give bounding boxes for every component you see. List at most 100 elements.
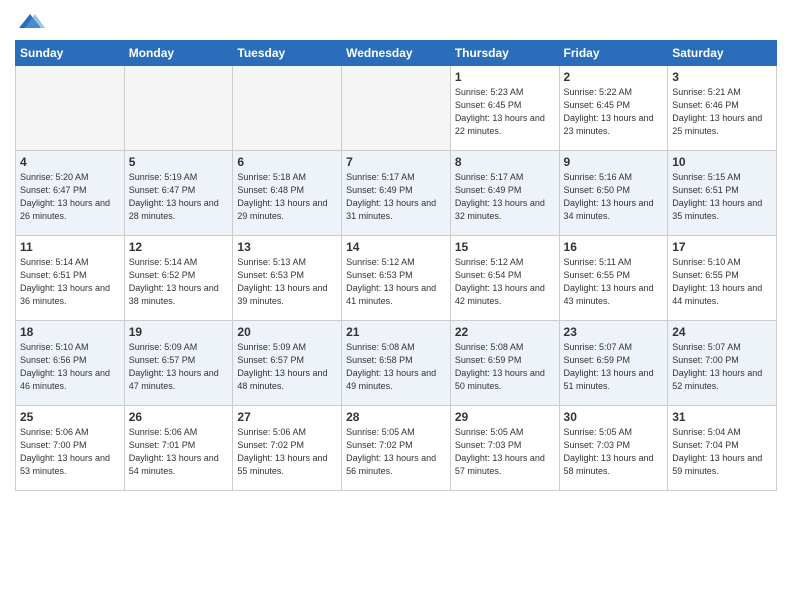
day-number: 15 bbox=[455, 240, 555, 254]
day-number: 4 bbox=[20, 155, 120, 169]
day-info: Sunrise: 5:22 AM Sunset: 6:45 PM Dayligh… bbox=[564, 86, 664, 138]
day-info: Sunrise: 5:08 AM Sunset: 6:59 PM Dayligh… bbox=[455, 341, 555, 393]
calendar-cell: 12Sunrise: 5:14 AM Sunset: 6:52 PM Dayli… bbox=[124, 236, 233, 321]
day-number: 24 bbox=[672, 325, 772, 339]
day-info: Sunrise: 5:15 AM Sunset: 6:51 PM Dayligh… bbox=[672, 171, 772, 223]
calendar-cell: 18 Sunrise: 5:10 AM Sunset: 6:56 PM Dayli… bbox=[16, 321, 125, 406]
weekday-header-saturday: Saturday bbox=[668, 41, 777, 66]
day-info: Sunrise: 5:17 AM Sunset: 6:49 PM Dayligh… bbox=[455, 171, 555, 223]
calendar-cell: 17 Sunrise: 5:10 AM Sunset: 6:55 PM Dayli… bbox=[668, 236, 777, 321]
calendar-cell: 28 Sunrise: 5:05 AM Sunset: 7:02 PM Dayli… bbox=[342, 406, 451, 491]
day-number: 30 bbox=[564, 410, 664, 424]
day-info: Sunrise: 5:07 AM Sunset: 7:00 PM Dayligh… bbox=[672, 341, 772, 393]
day-number: 22 bbox=[455, 325, 555, 339]
day-number: 14 bbox=[346, 240, 446, 254]
calendar-cell: 21 Sunrise: 5:08 AM Sunset: 6:58 PM Dayli… bbox=[342, 321, 451, 406]
day-info: Sunrise: 5:14 AM Sunset: 6:51 PM Dayligh… bbox=[20, 256, 120, 308]
weekday-header-thursday: Thursday bbox=[450, 41, 559, 66]
day-info: Sunrise: 5:12 AM Sunset: 6:53 PM Dayligh… bbox=[346, 256, 446, 308]
day-info: Sunrise: 5:10 AM Sunset: 6:55 PM Dayligh… bbox=[672, 256, 772, 308]
day-number: 6 bbox=[237, 155, 337, 169]
calendar-cell: 5Sunrise: 5:19 AM Sunset: 6:47 PM Daylig… bbox=[124, 151, 233, 236]
day-number: 21 bbox=[346, 325, 446, 339]
week-row-5: 25 Sunrise: 5:06 AM Sunset: 7:00 PM Dayli… bbox=[16, 406, 777, 491]
calendar-cell: 25 Sunrise: 5:06 AM Sunset: 7:00 PM Dayli… bbox=[16, 406, 125, 491]
day-info: Sunrise: 5:06 AM Sunset: 7:01 PM Dayligh… bbox=[129, 426, 229, 478]
header bbox=[15, 10, 777, 34]
day-number: 28 bbox=[346, 410, 446, 424]
day-number: 17 bbox=[672, 240, 772, 254]
day-info: Sunrise: 5:21 AM Sunset: 6:46 PM Dayligh… bbox=[672, 86, 772, 138]
day-number: 18 bbox=[20, 325, 120, 339]
day-number: 9 bbox=[564, 155, 664, 169]
day-info: Sunrise: 5:07 AM Sunset: 6:59 PM Dayligh… bbox=[564, 341, 664, 393]
day-info: Sunrise: 5:12 AM Sunset: 6:54 PM Dayligh… bbox=[455, 256, 555, 308]
weekday-header-friday: Friday bbox=[559, 41, 668, 66]
day-info: Sunrise: 5:14 AM Sunset: 6:52 PM Dayligh… bbox=[129, 256, 229, 308]
day-info: Sunrise: 5:09 AM Sunset: 6:57 PM Dayligh… bbox=[129, 341, 229, 393]
day-number: 23 bbox=[564, 325, 664, 339]
calendar-table: SundayMondayTuesdayWednesdayThursdayFrid… bbox=[15, 40, 777, 491]
calendar-cell: 30 Sunrise: 5:05 AM Sunset: 7:03 PM Dayli… bbox=[559, 406, 668, 491]
day-info: Sunrise: 5:04 AM Sunset: 7:04 PM Dayligh… bbox=[672, 426, 772, 478]
weekday-header-monday: Monday bbox=[124, 41, 233, 66]
calendar-cell: 16 Sunrise: 5:11 AM Sunset: 6:55 PM Dayli… bbox=[559, 236, 668, 321]
calendar-cell: 31 Sunrise: 5:04 AM Sunset: 7:04 PM Dayli… bbox=[668, 406, 777, 491]
day-number: 1 bbox=[455, 70, 555, 84]
calendar-cell: 20 Sunrise: 5:09 AM Sunset: 6:57 PM Dayli… bbox=[233, 321, 342, 406]
day-number: 31 bbox=[672, 410, 772, 424]
day-info: Sunrise: 5:11 AM Sunset: 6:55 PM Dayligh… bbox=[564, 256, 664, 308]
day-info: Sunrise: 5:06 AM Sunset: 7:00 PM Dayligh… bbox=[20, 426, 120, 478]
day-info: Sunrise: 5:09 AM Sunset: 6:57 PM Dayligh… bbox=[237, 341, 337, 393]
weekday-header-tuesday: Tuesday bbox=[233, 41, 342, 66]
day-number: 11 bbox=[20, 240, 120, 254]
day-number: 25 bbox=[20, 410, 120, 424]
day-info: Sunrise: 5:23 AM Sunset: 6:45 PM Dayligh… bbox=[455, 86, 555, 138]
day-info: Sunrise: 5:05 AM Sunset: 7:02 PM Dayligh… bbox=[346, 426, 446, 478]
logo-icon bbox=[15, 10, 45, 34]
day-number: 13 bbox=[237, 240, 337, 254]
day-info: Sunrise: 5:08 AM Sunset: 6:58 PM Dayligh… bbox=[346, 341, 446, 393]
day-number: 16 bbox=[564, 240, 664, 254]
calendar-cell: 27 Sunrise: 5:06 AM Sunset: 7:02 PM Dayli… bbox=[233, 406, 342, 491]
calendar-cell: 9 Sunrise: 5:16 AM Sunset: 6:50 PM Daylig… bbox=[559, 151, 668, 236]
weekday-header-wednesday: Wednesday bbox=[342, 41, 451, 66]
weekday-header-sunday: Sunday bbox=[16, 41, 125, 66]
calendar-cell: 6 Sunrise: 5:18 AM Sunset: 6:48 PM Daylig… bbox=[233, 151, 342, 236]
week-row-2: 4 Sunrise: 5:20 AM Sunset: 6:47 PM Daylig… bbox=[16, 151, 777, 236]
day-number: 20 bbox=[237, 325, 337, 339]
day-info: Sunrise: 5:18 AM Sunset: 6:48 PM Dayligh… bbox=[237, 171, 337, 223]
day-info: Sunrise: 5:20 AM Sunset: 6:47 PM Dayligh… bbox=[20, 171, 120, 223]
day-info: Sunrise: 5:16 AM Sunset: 6:50 PM Dayligh… bbox=[564, 171, 664, 223]
calendar-cell: 23 Sunrise: 5:07 AM Sunset: 6:59 PM Dayli… bbox=[559, 321, 668, 406]
calendar-cell: 8Sunrise: 5:17 AM Sunset: 6:49 PM Daylig… bbox=[450, 151, 559, 236]
week-row-4: 18 Sunrise: 5:10 AM Sunset: 6:56 PM Dayli… bbox=[16, 321, 777, 406]
calendar-cell: 14 Sunrise: 5:12 AM Sunset: 6:53 PM Dayli… bbox=[342, 236, 451, 321]
calendar-cell: 4 Sunrise: 5:20 AM Sunset: 6:47 PM Daylig… bbox=[16, 151, 125, 236]
calendar-cell: 24 Sunrise: 5:07 AM Sunset: 7:00 PM Dayli… bbox=[668, 321, 777, 406]
weekday-header-row: SundayMondayTuesdayWednesdayThursdayFrid… bbox=[16, 41, 777, 66]
day-info: Sunrise: 5:05 AM Sunset: 7:03 PM Dayligh… bbox=[564, 426, 664, 478]
week-row-3: 11 Sunrise: 5:14 AM Sunset: 6:51 PM Dayli… bbox=[16, 236, 777, 321]
day-number: 5 bbox=[129, 155, 229, 169]
calendar-cell: 10Sunrise: 5:15 AM Sunset: 6:51 PM Dayli… bbox=[668, 151, 777, 236]
day-number: 7 bbox=[346, 155, 446, 169]
day-info: Sunrise: 5:06 AM Sunset: 7:02 PM Dayligh… bbox=[237, 426, 337, 478]
calendar-cell: 1 Sunrise: 5:23 AM Sunset: 6:45 PM Daylig… bbox=[450, 66, 559, 151]
week-row-1: 1 Sunrise: 5:23 AM Sunset: 6:45 PM Daylig… bbox=[16, 66, 777, 151]
day-info: Sunrise: 5:17 AM Sunset: 6:49 PM Dayligh… bbox=[346, 171, 446, 223]
calendar-cell bbox=[16, 66, 125, 151]
day-number: 3 bbox=[672, 70, 772, 84]
calendar-cell: 19Sunrise: 5:09 AM Sunset: 6:57 PM Dayli… bbox=[124, 321, 233, 406]
day-number: 29 bbox=[455, 410, 555, 424]
day-info: Sunrise: 5:10 AM Sunset: 6:56 PM Dayligh… bbox=[20, 341, 120, 393]
calendar-cell bbox=[233, 66, 342, 151]
day-info: Sunrise: 5:13 AM Sunset: 6:53 PM Dayligh… bbox=[237, 256, 337, 308]
day-info: Sunrise: 5:05 AM Sunset: 7:03 PM Dayligh… bbox=[455, 426, 555, 478]
day-number: 27 bbox=[237, 410, 337, 424]
calendar-cell: 26Sunrise: 5:06 AM Sunset: 7:01 PM Dayli… bbox=[124, 406, 233, 491]
calendar-cell: 2Sunrise: 5:22 AM Sunset: 6:45 PM Daylig… bbox=[559, 66, 668, 151]
calendar-cell bbox=[124, 66, 233, 151]
calendar-cell: 22 Sunrise: 5:08 AM Sunset: 6:59 PM Dayli… bbox=[450, 321, 559, 406]
calendar-cell: 15 Sunrise: 5:12 AM Sunset: 6:54 PM Dayli… bbox=[450, 236, 559, 321]
